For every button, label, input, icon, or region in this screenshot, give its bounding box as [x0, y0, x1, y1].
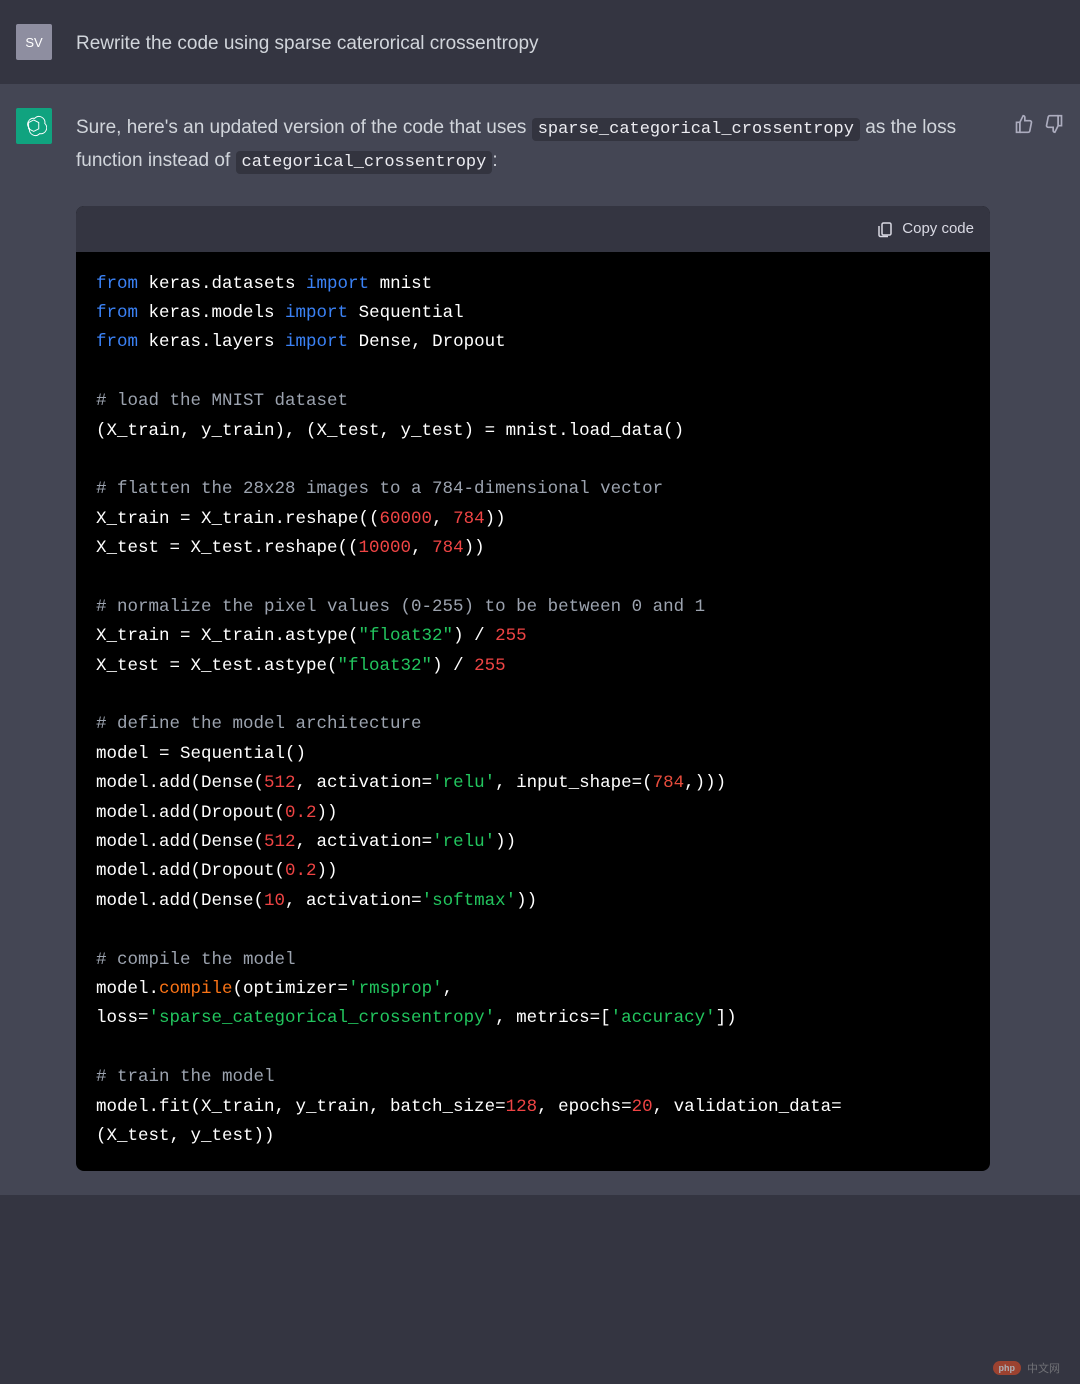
- watermark-badge: php: [993, 1361, 1022, 1375]
- clipboard-icon: [876, 220, 894, 238]
- code-block: Copy code from keras.datasets import mni…: [76, 206, 990, 1171]
- user-avatar: SV: [16, 24, 52, 60]
- assistant-text-3: :: [492, 150, 497, 171]
- copy-code-label: Copy code: [902, 216, 974, 242]
- assistant-message-row: Sure, here's an updated version of the c…: [0, 84, 1080, 1195]
- assistant-message-content: Sure, here's an updated version of the c…: [76, 108, 990, 1171]
- assistant-intro: Sure, here's an updated version of the c…: [76, 112, 990, 178]
- user-message-row: SV Rewrite the code using sparse cateror…: [0, 0, 1080, 84]
- inline-code-sparse: sparse_categorical_crossentropy: [532, 118, 860, 141]
- inline-code-categorical: categorical_crossentropy: [236, 151, 493, 174]
- openai-logo-icon: [21, 113, 47, 139]
- watermark: php 中文网: [993, 1360, 1061, 1376]
- assistant-text-1: Sure, here's an updated version of the c…: [76, 117, 532, 138]
- assistant-avatar: [16, 108, 52, 144]
- user-avatar-initials: SV: [25, 35, 42, 50]
- code-body[interactable]: from keras.datasets import mnist from ke…: [76, 252, 990, 1172]
- thumbs-up-icon[interactable]: [1014, 114, 1034, 134]
- feedback-icons: [1014, 108, 1064, 1171]
- user-message-content: Rewrite the code using sparse caterorica…: [76, 24, 1000, 60]
- user-message-text: Rewrite the code using sparse caterorica…: [76, 33, 539, 54]
- watermark-text: 中文网: [1027, 1360, 1060, 1376]
- thumbs-down-icon[interactable]: [1044, 114, 1064, 134]
- copy-code-button[interactable]: Copy code: [876, 216, 974, 242]
- code-header: Copy code: [76, 206, 990, 252]
